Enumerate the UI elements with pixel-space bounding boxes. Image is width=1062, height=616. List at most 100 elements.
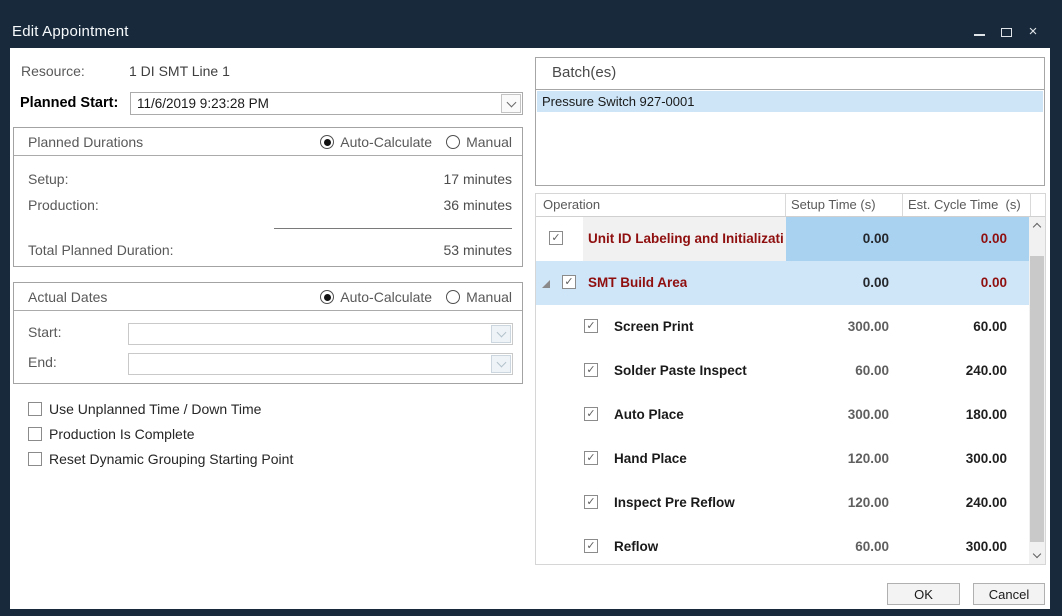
setup-time-value: 0.00: [786, 231, 889, 246]
use-unplanned-time-label: Use Unplanned Time / Down Time: [49, 401, 261, 417]
resource-label: Resource:: [21, 63, 85, 79]
row-checkbox[interactable]: ✓: [584, 363, 598, 377]
actual-auto-calculate-label: Auto-Calculate: [340, 289, 432, 305]
operation-name: Inspect Pre Reflow: [614, 495, 735, 510]
column-divider: [1030, 194, 1031, 216]
setup-time-value: 300.00: [786, 319, 889, 334]
setup-time-value: 120.00: [786, 451, 889, 466]
operation-name: Reflow: [614, 539, 658, 554]
use-unplanned-time-checkbox[interactable]: [28, 402, 42, 416]
planned-durations-group: Planned Durations Auto-Calculate Manual …: [13, 127, 523, 267]
chevron-down-icon: [1033, 550, 1041, 558]
chevron-down-icon: [496, 328, 506, 338]
table-row[interactable]: ✓ Auto Place 300.00 180.00: [536, 393, 1031, 437]
operation-name: Unit ID Labeling and Initialization: [588, 231, 784, 246]
scroll-down-button[interactable]: [1029, 547, 1045, 564]
row-checkbox[interactable]: ✓: [584, 495, 598, 509]
scrollbar-thumb[interactable]: [1030, 256, 1044, 542]
checkmark-icon: ✓: [586, 497, 595, 508]
maximize-icon: [1001, 28, 1012, 37]
column-header-operation[interactable]: Operation: [543, 197, 600, 212]
expander-icon[interactable]: [542, 280, 550, 288]
cycle-time-value: 300.00: [903, 539, 1007, 554]
setup-time-value: 60.00: [786, 363, 889, 378]
chevron-down-icon: [506, 97, 516, 107]
close-button[interactable]: ×: [1026, 25, 1040, 39]
total-duration-value: 53 minutes: [444, 242, 512, 258]
reset-grouping-option: Reset Dynamic Grouping Starting Point: [28, 451, 293, 467]
row-checkbox[interactable]: ✓: [584, 319, 598, 333]
row-checkbox[interactable]: ✓: [584, 539, 598, 553]
end-dropdown-button[interactable]: [491, 355, 511, 373]
operations-table-header: Operation Setup Time (s) Est. Cycle Time…: [536, 194, 1045, 217]
checkmark-icon: ✓: [586, 365, 595, 376]
production-complete-label: Production Is Complete: [49, 426, 195, 442]
table-row[interactable]: ✓ Solder Paste Inspect 60.00 240.00: [536, 349, 1031, 393]
dialog-content: Resource: 1 DI SMT Line 1 Planned Start:…: [10, 48, 1050, 609]
cycle-time-value: 0.00: [903, 231, 1007, 246]
manual-label: Manual: [466, 134, 512, 150]
table-row[interactable]: ✓ SMT Build Area 0.00 0.00: [536, 261, 1031, 305]
minimize-icon: [974, 34, 985, 36]
row-checkbox[interactable]: ✓: [584, 407, 598, 421]
planned-start-dropdown-button[interactable]: [501, 94, 521, 113]
table-row[interactable]: ✓ Screen Print 300.00 60.00: [536, 305, 1031, 349]
cycle-time-value: 180.00: [903, 407, 1007, 422]
table-row[interactable]: ✓ Reflow 60.00 300.00: [536, 525, 1031, 565]
table-row[interactable]: ✓ Unit ID Labeling and Initialization 0.…: [536, 217, 1031, 261]
planned-start-value: 11/6/2019 9:23:28 PM: [137, 96, 269, 111]
end-combobox[interactable]: [128, 353, 513, 375]
setup-label: Setup:: [28, 171, 68, 187]
column-header-setup-time[interactable]: Setup Time (s): [791, 197, 876, 212]
actual-auto-calculate-radio[interactable]: [320, 290, 334, 304]
batch-item-label: Pressure Switch 927-0001: [537, 94, 694, 109]
batches-header: Batch(es): [536, 58, 1044, 90]
production-complete-checkbox[interactable]: [28, 427, 42, 441]
start-combobox[interactable]: [128, 323, 513, 345]
manual-radio[interactable]: [446, 135, 460, 149]
reset-grouping-checkbox[interactable]: [28, 452, 42, 466]
cancel-button[interactable]: Cancel: [973, 583, 1045, 605]
chevron-up-icon: [1033, 223, 1041, 231]
cycle-time-value: 240.00: [903, 363, 1007, 378]
setup-time-value: 0.00: [786, 275, 889, 290]
batches-panel: Batch(es) Pressure Switch 927-0001: [535, 57, 1045, 186]
operation-name: Screen Print: [614, 319, 694, 334]
minimize-button[interactable]: [972, 25, 986, 39]
ok-button[interactable]: OK: [887, 583, 960, 605]
use-unplanned-time-option: Use Unplanned Time / Down Time: [28, 401, 261, 417]
window-title: Edit Appointment: [12, 23, 129, 40]
window-controls: ×: [972, 24, 1040, 40]
operation-name: SMT Build Area: [588, 275, 687, 290]
row-checkbox[interactable]: ✓: [584, 451, 598, 465]
planned-durations-mode: Auto-Calculate Manual: [320, 134, 512, 150]
table-row[interactable]: ✓ Hand Place 120.00 300.00: [536, 437, 1031, 481]
operations-table: Operation Setup Time (s) Est. Cycle Time…: [535, 193, 1046, 565]
operation-name: Hand Place: [614, 451, 687, 466]
planned-durations-title: Planned Durations: [28, 134, 143, 150]
auto-calculate-radio[interactable]: [320, 135, 334, 149]
column-header-cycle-time[interactable]: Est. Cycle Time (s): [908, 197, 1021, 212]
checkmark-icon: ✓: [564, 277, 573, 288]
maximize-button[interactable]: [999, 25, 1013, 39]
actual-manual-label: Manual: [466, 289, 512, 305]
checkmark-icon: ✓: [586, 409, 595, 420]
production-value: 36 minutes: [444, 197, 512, 213]
batch-list-item[interactable]: Pressure Switch 927-0001: [537, 91, 1043, 112]
end-label: End:: [28, 354, 57, 370]
close-icon: ×: [1029, 25, 1038, 39]
planned-start-combobox[interactable]: 11/6/2019 9:23:28 PM: [130, 92, 523, 115]
start-dropdown-button[interactable]: [491, 325, 511, 343]
cycle-time-value: 240.00: [903, 495, 1007, 510]
resource-value: 1 DI SMT Line 1: [129, 63, 230, 79]
table-row[interactable]: ✓ Inspect Pre Reflow 120.00 240.00: [536, 481, 1031, 525]
row-checkbox[interactable]: ✓: [549, 231, 563, 245]
row-checkbox[interactable]: ✓: [562, 275, 576, 289]
operation-name: Auto Place: [614, 407, 684, 422]
cycle-time-value: 0.00: [903, 275, 1007, 290]
actual-manual-radio[interactable]: [446, 290, 460, 304]
planned-start-label: Planned Start:: [20, 95, 118, 111]
scroll-up-button[interactable]: [1029, 217, 1045, 234]
table-scrollbar[interactable]: [1029, 217, 1045, 564]
actual-dates-group: Actual Dates Auto-Calculate Manual Start…: [13, 282, 523, 384]
